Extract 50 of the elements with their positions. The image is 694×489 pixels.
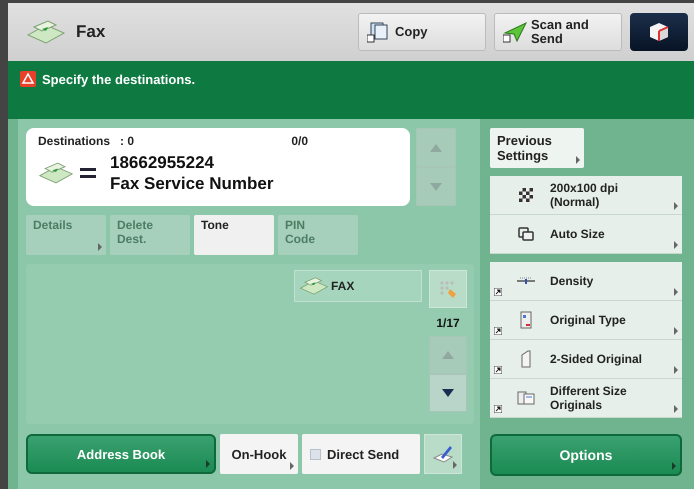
keypad-button[interactable] (429, 270, 467, 308)
paper-plane-icon (503, 21, 527, 43)
arrow-icon (98, 243, 102, 251)
setting-item[interactable]: Density (490, 262, 682, 301)
scroll-down-button[interactable] (429, 374, 467, 412)
fax-tab[interactable]: FAX (294, 270, 422, 302)
previous-settings-button[interactable]: Previous Settings (490, 128, 584, 168)
setting-item[interactable]: 200x100 dpi (Normal) (490, 176, 682, 215)
arrow-icon (672, 462, 676, 470)
keypad-icon (438, 279, 458, 299)
arrow-icon (674, 288, 678, 296)
direct-send-button[interactable]: Direct Send (302, 434, 420, 474)
equals-icon (80, 167, 96, 179)
down-arrow-icon (442, 389, 454, 397)
checkbox[interactable] (310, 448, 321, 460)
up-arrow-icon (442, 351, 454, 359)
fax-number: 18662955224 (110, 152, 214, 173)
arrow-icon (674, 327, 678, 335)
fax-icon (299, 276, 329, 296)
destinations-count: : 0 (120, 134, 134, 148)
destinations-label: Destinations (38, 134, 110, 148)
main-menu-button[interactable] (630, 13, 688, 51)
arrow-icon (576, 156, 580, 164)
arrow-icon (453, 461, 457, 469)
pen-icon (432, 444, 454, 464)
mode-button[interactable]: Copy (358, 13, 486, 51)
arrow-icon (674, 405, 678, 413)
up-arrow-icon (430, 144, 442, 152)
arrow-icon (206, 460, 210, 468)
on-hook-button[interactable]: On-Hook (220, 434, 298, 474)
arrow-icon (674, 202, 678, 210)
screen-title: Fax (76, 22, 106, 42)
page-indicator: 0/0 (291, 134, 308, 148)
destination-action-button[interactable]: Tone (194, 215, 274, 255)
status-message: Specify the destinations. (42, 72, 196, 86)
resolution-icon (516, 185, 536, 205)
warning-icon (20, 71, 36, 87)
options-button[interactable]: Options (490, 434, 682, 476)
fax-icon (26, 19, 66, 45)
arrow-icon (674, 241, 678, 249)
page-count: 1/17 (436, 316, 460, 330)
address-book-button[interactable]: Address Book (26, 434, 216, 474)
down-arrow-icon (430, 182, 442, 190)
arrow-icon (290, 462, 294, 470)
destination-name: Fax Service Number (110, 173, 274, 194)
cube-icon (648, 21, 670, 43)
pen-button[interactable] (424, 434, 462, 474)
mode-button[interactable]: Scan and Send (494, 13, 622, 51)
fax-icon (38, 161, 74, 185)
arrow-icon (674, 366, 678, 374)
